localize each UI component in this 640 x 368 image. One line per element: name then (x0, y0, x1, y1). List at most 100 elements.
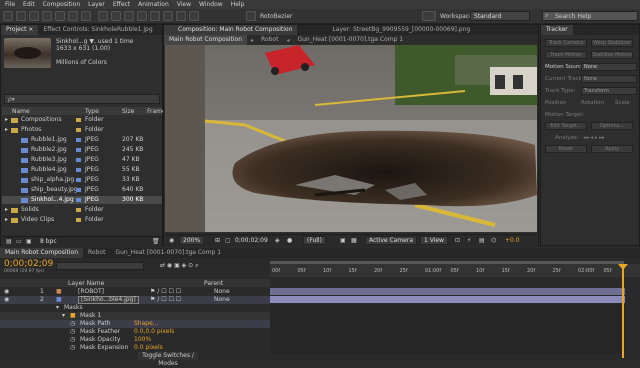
always-preview-icon[interactable]: ◉ (169, 237, 174, 244)
layer-color-swatch[interactable]: ■ (56, 296, 62, 304)
tab-layer[interactable]: Layer: StreetBg_9909559_[00000-00069].pn… (327, 25, 475, 35)
parent-select[interactable]: None (214, 296, 230, 304)
project-item-row[interactable]: ▸ Photos Folder (2, 126, 162, 134)
zoom-tool-icon[interactable] (42, 11, 52, 21)
stopwatch-icon[interactable]: ◷ (70, 336, 75, 344)
analyze-controls[interactable]: ◂◂ ◂ ▸ ▸▸ (583, 135, 605, 141)
mask-name[interactable]: Mask 1 (80, 312, 101, 320)
label-color-swatch[interactable] (76, 178, 81, 182)
rotation-checkbox[interactable]: Rotation (581, 100, 604, 106)
disclosure-triangle-icon[interactable]: ▾ (56, 304, 59, 312)
label-color-swatch[interactable] (76, 198, 81, 202)
toggle-switches-modes-button[interactable]: Toggle Switches / Modes (138, 352, 198, 367)
mask-property-row[interactable]: ◷ Mask Path Shape... (0, 320, 270, 328)
project-item-row[interactable]: Sinkhol...4.jpg JPEG 300 KB (2, 196, 162, 204)
reset-button[interactable]: Reset (545, 145, 587, 153)
mask-property-value[interactable]: 0.0,0.0 pixels (134, 328, 174, 336)
resolution-select[interactable]: (Full) (303, 236, 326, 245)
track-camera-button[interactable]: Track Camera (545, 39, 587, 47)
composition-viewer[interactable] (165, 45, 537, 232)
project-item-row[interactable]: Rubble3.jpg JPEG 47 KB (2, 156, 162, 164)
stopwatch-icon[interactable]: ◷ (70, 320, 75, 328)
new-comp-icon[interactable]: ▣ (26, 238, 32, 245)
current-track-select[interactable]: None (581, 75, 637, 83)
stopwatch-icon[interactable]: ◷ (70, 328, 75, 336)
label-color-swatch[interactable] (76, 218, 81, 222)
layer-color-swatch[interactable]: ■ (56, 288, 62, 296)
mask-property-row[interactable]: ◷ Mask Expansion 0.0 pixels (0, 344, 270, 352)
safe-margins-icon[interactable]: ⊞ (215, 237, 220, 244)
disclosure-triangle-icon[interactable]: ▸ (5, 206, 8, 214)
breadcrumb-robot[interactable]: Robot (256, 35, 283, 45)
label-color-swatch[interactable] (76, 208, 81, 212)
menu-item-view[interactable]: View (177, 1, 191, 8)
mask-row[interactable]: ▾ ■ Mask 1 (0, 312, 270, 320)
label-color-swatch[interactable] (76, 118, 81, 122)
menu-item-layer[interactable]: Layer (88, 1, 105, 8)
project-item-row[interactable]: Rubble2.jpg JPEG 245 KB (2, 146, 162, 154)
disclosure-triangle-icon[interactable]: ▸ (5, 126, 8, 134)
layer-name[interactable]: [Sinkho...ble4.jpg] (78, 296, 139, 304)
rotobezier-checkbox-icon[interactable] (246, 11, 256, 21)
puppet-tool-icon[interactable] (189, 11, 199, 21)
label-color-swatch[interactable] (76, 158, 81, 162)
interpret-footage-icon[interactable]: ▤ (6, 238, 12, 245)
tab-project[interactable]: Project × (1, 25, 39, 35)
bpc-label[interactable]: 8 bpc (40, 238, 57, 245)
tab-robot[interactable]: Robot (83, 248, 110, 258)
menu-item-file[interactable]: File (5, 1, 15, 8)
roto-brush-tool-icon[interactable] (176, 11, 186, 21)
mask-property-value[interactable]: 0.0 pixels (134, 344, 163, 352)
timeline-timecode[interactable]: 0;00;02;09 (4, 259, 53, 269)
column-name[interactable]: Name (12, 108, 30, 115)
breadcrumb-gun-heat[interactable]: Gun_Heat [0001-0070].tga Comp 1 (292, 35, 408, 45)
current-time-indicator[interactable] (622, 264, 624, 358)
label-color-swatch[interactable] (76, 188, 81, 192)
mask-tool-icon[interactable] (98, 11, 108, 21)
disclosure-triangle-icon[interactable]: ▾ (62, 312, 65, 320)
region-of-interest-icon[interactable]: ▣ (340, 237, 346, 244)
clone-stamp-tool-icon[interactable] (150, 11, 160, 21)
project-item-row[interactable]: ▸ Compositions Folder (2, 116, 162, 124)
mask-property-value[interactable]: Shape... (134, 320, 159, 328)
column-type[interactable]: Type (85, 108, 99, 115)
workspace-select[interactable]: Standard (470, 11, 530, 21)
menu-item-help[interactable]: Help (231, 1, 245, 8)
timeline-icon[interactable]: ▤ (479, 237, 485, 244)
tab-gun-heat[interactable]: Gun_Heat [0001-0070].tga Comp 1 (110, 248, 226, 258)
project-item-row[interactable]: ▸ Solids Folder (2, 206, 162, 214)
project-item-row[interactable]: ship_alpha.jpg JPEG 33 KB (2, 176, 162, 184)
layer-switches[interactable]: ⚑ / ☐ ☐ ☐ (150, 296, 181, 304)
menu-item-edit[interactable]: Edit (23, 1, 35, 8)
timeline-layer-row[interactable]: ◉ 1 ■ [ROBOT] ⚑ / ☐ ☐ ☐ None (0, 288, 270, 296)
timeline-search-input[interactable] (56, 262, 144, 270)
project-item-row[interactable]: Rubble4.jpg JPEG 55 KB (2, 166, 162, 174)
brush-tool-icon[interactable] (137, 11, 147, 21)
layer-bar-robot[interactable] (270, 288, 625, 295)
visibility-eye-icon[interactable]: ◉ (4, 288, 9, 296)
label-color-swatch[interactable] (76, 148, 81, 152)
project-search-input[interactable]: ρ▾ (4, 94, 160, 104)
viewer-timecode[interactable]: 0;00;02;09 (235, 237, 268, 244)
project-item-row[interactable]: ▸ Video Clips Folder (2, 216, 162, 224)
mask-property-row[interactable]: ◷ Mask Opacity 100% (0, 336, 270, 344)
mask-property-value[interactable]: 100% (134, 336, 151, 344)
project-item-row[interactable]: Rubble1.jpg JPEG 207 KB (2, 136, 162, 144)
tab-effect-controls[interactable]: Effect Controls: SinkholeRubble1.jpg (38, 25, 157, 35)
layer-name[interactable]: [ROBOT] (78, 288, 104, 296)
disclosure-triangle-icon[interactable]: ▸ (5, 116, 8, 124)
tab-main-robot[interactable]: Main Robot Composition (0, 248, 84, 258)
work-area-bar[interactable] (270, 261, 624, 264)
selection-tool-icon[interactable] (16, 11, 26, 21)
apply-button[interactable]: Apply (591, 145, 633, 153)
breadcrumb-main-robot[interactable]: Main Robot Composition (164, 35, 248, 45)
home-icon[interactable] (3, 11, 13, 21)
tab-tracker[interactable]: Tracker (541, 25, 573, 35)
menu-item-window[interactable]: Window (199, 1, 223, 8)
masks-group-row[interactable]: ▾ Masks (0, 304, 270, 312)
zoom-select[interactable]: 200% (179, 236, 205, 245)
warp-stabilizer-button[interactable]: Warp Stabilizer (591, 39, 633, 47)
exposure-value[interactable]: +0.0 (505, 237, 520, 244)
camera-tool-icon[interactable] (68, 11, 78, 21)
toggle-pixel-aspect-icon[interactable]: ⊡ (455, 237, 460, 244)
